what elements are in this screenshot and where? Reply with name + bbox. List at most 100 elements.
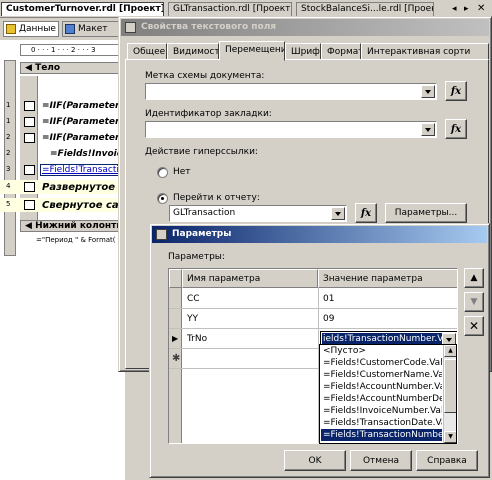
parameters-button[interactable]: Параметры... — [385, 203, 467, 223]
scroll-thumb[interactable] — [444, 359, 456, 413]
parameters-dialog: Параметры Параметры: Имя параметра Значе… — [149, 223, 490, 478]
report-textbox[interactable]: Развернутое с — [42, 182, 124, 193]
bookmark-combo[interactable] — [145, 121, 437, 138]
footer-expression[interactable]: ="Период " & Format( — [36, 236, 125, 244]
radio-goto-report[interactable] — [157, 193, 168, 204]
row-number: 1 — [6, 101, 11, 109]
row-number: 1 — [6, 117, 11, 125]
report-row-6[interactable]: 4 Развернутое с — [0, 180, 125, 194]
cancel-button[interactable]: Отмена — [350, 450, 412, 471]
tab-strip: Общее Видимость Перемещение Шрифт Формат… — [123, 41, 492, 61]
report-row-3[interactable]: 2 =IIF(Parameters!C — [0, 132, 136, 144]
dropdown-item[interactable]: =Fields!TransactionDate.Value — [321, 417, 442, 429]
dropdown-item[interactable]: =Fields!CustomerCode.Value — [321, 357, 442, 369]
dropdown-item[interactable]: =Fields!CustomerName.Value — [321, 369, 442, 381]
radio-none[interactable] — [157, 167, 168, 178]
data-icon — [6, 24, 16, 34]
fx-icon: fx — [450, 85, 462, 97]
dropdown-item-selected[interactable]: =Fields!TransactionNumber.Valu — [321, 429, 442, 441]
param-row-cc[interactable]: CC 01 — [169, 290, 457, 309]
chevron-down-icon[interactable] — [331, 207, 345, 220]
fx-icon: fx — [450, 123, 462, 135]
footer-row-icon — [24, 182, 35, 192]
tab-scroll-left-icon[interactable]: ◂ — [452, 4, 457, 14]
doc-tab-customer-turnover[interactable]: CustomerTurnover.rdl [Проект] — [1, 2, 164, 16]
body-section-header[interactable]: ◀ Тело — [20, 62, 125, 74]
report-row-4[interactable]: 2 =Fields!InvoiceN — [0, 148, 136, 160]
report-combo-value: GLTransaction — [173, 208, 236, 218]
footer-expand-icon: ◀ — [25, 221, 32, 231]
report-row-1[interactable]: 1 =IIF(Parameters!C — [0, 100, 136, 112]
doc-tab-gltransaction[interactable]: GLTransaction.rdl [Проект] — [168, 2, 292, 16]
tab-visibility[interactable]: Видимость — [167, 43, 219, 60]
value-dropdown-list[interactable]: <Пусто> =Fields!CustomerCode.Value =Fiel… — [319, 344, 457, 444]
arrow-down-icon: ▼ — [470, 297, 478, 307]
report-row-5[interactable]: 3 =Fields!Transaction — [0, 164, 125, 176]
tab-data[interactable]: Данные — [3, 21, 59, 37]
doc-map-combo[interactable] — [145, 83, 437, 100]
fx-icon: fx — [360, 207, 372, 219]
param-row-yy[interactable]: YY 09 — [169, 310, 457, 329]
scroll-down-icon[interactable]: ▼ — [444, 431, 456, 443]
radio-goto-report-label: Перейти к отчету: — [173, 193, 260, 203]
footer-section-header[interactable]: ◀ Нижний колонтит — [20, 220, 125, 232]
grid-header: Имя параметра Значение параметра — [169, 269, 457, 288]
delete-button[interactable]: ✕ — [464, 316, 484, 336]
dropdown-item[interactable]: =Fields!InvoiceNumber.Value — [321, 405, 442, 417]
row-selector-header — [169, 269, 182, 288]
move-down-button[interactable]: ▼ — [464, 292, 484, 312]
report-row-2[interactable]: 1 =IIF(Parameters. — [0, 116, 128, 128]
dropdown-item[interactable]: =Fields!AccountNumber.Value — [321, 381, 442, 393]
body-label: Тело — [35, 63, 61, 73]
report-row-7[interactable]: 5 Свернутое са — [0, 198, 125, 212]
scroll-up-icon[interactable]: ▲ — [444, 345, 456, 357]
report-textbox[interactable]: =IIF(Parameters. — [42, 117, 128, 127]
tab-format[interactable]: Формат — [321, 43, 361, 60]
help-button[interactable]: Справка — [416, 450, 478, 471]
dropdown-item[interactable]: <Пусто> — [321, 345, 442, 357]
doc-tab-stockbalance[interactable]: StockBalanceSi...le.rdl [Проект] — [296, 2, 434, 16]
dialog-icon — [156, 229, 167, 240]
tab-font[interactable]: Шрифт — [285, 43, 321, 60]
tab-scroll-right-icon[interactable]: ▸ — [464, 4, 469, 14]
close-icon[interactable]: ✕ — [477, 3, 485, 14]
param-value[interactable]: 01 — [320, 290, 457, 309]
group-row-icon — [24, 117, 35, 127]
row-number: 2 — [6, 133, 11, 141]
report-expression-button[interactable]: fx — [355, 203, 377, 223]
row-number: 4 — [6, 182, 11, 190]
tab-data-label: Данные — [19, 24, 56, 34]
ok-button[interactable]: OK — [284, 450, 346, 471]
move-up-button[interactable]: ▲ — [464, 268, 484, 288]
dropdown-scrollbar[interactable]: ▲ ▼ — [443, 345, 456, 443]
dropdown-item[interactable]: =Fields!AccountNumberDescripti — [321, 393, 442, 405]
chevron-down-icon[interactable] — [421, 85, 435, 98]
param-value[interactable]: 09 — [320, 310, 457, 329]
hyperlink-action-label: Действие гиперссылки: — [145, 147, 258, 157]
dialog-title: Свойства текстового поля — [141, 22, 277, 32]
dialog-title-bar: Свойства текстового поля — [121, 19, 489, 36]
row-number: 3 — [6, 165, 11, 173]
selected-textbox[interactable]: =Fields!Transaction — [40, 164, 125, 176]
report-textbox[interactable]: Свернутое са — [42, 200, 119, 211]
doc-map-label: Метка схемы документа: — [145, 71, 265, 81]
chevron-down-icon[interactable] — [421, 123, 435, 136]
layout-icon — [65, 24, 75, 34]
dialog-icon — [125, 22, 136, 33]
tab-navigation[interactable]: Перемещение — [219, 41, 285, 61]
parameters-label: Параметры: — [168, 252, 225, 262]
designer-tab-bar: Данные Макет — [0, 18, 125, 40]
tab-general[interactable]: Общее — [127, 43, 167, 60]
tab-layout[interactable]: Макет — [62, 21, 124, 37]
bookmark-expression-button[interactable]: fx — [445, 119, 467, 139]
ruler: 0 · · · 1 · · · 2 · · · 3 — [20, 44, 125, 56]
delete-icon: ✕ — [468, 319, 480, 333]
tab-interactive-sort[interactable]: Интерактивная сорти — [361, 43, 489, 60]
arrow-up-icon: ▲ — [470, 273, 478, 283]
doc-map-expression-button[interactable]: fx — [445, 81, 467, 101]
body-expand-icon: ◀ — [25, 63, 32, 73]
col-header-value[interactable]: Значение параметра — [318, 269, 457, 288]
col-header-name[interactable]: Имя параметра — [182, 269, 318, 288]
report-combo[interactable]: GLTransaction — [169, 205, 347, 222]
footer-label: Нижний колонтит — [35, 221, 125, 231]
